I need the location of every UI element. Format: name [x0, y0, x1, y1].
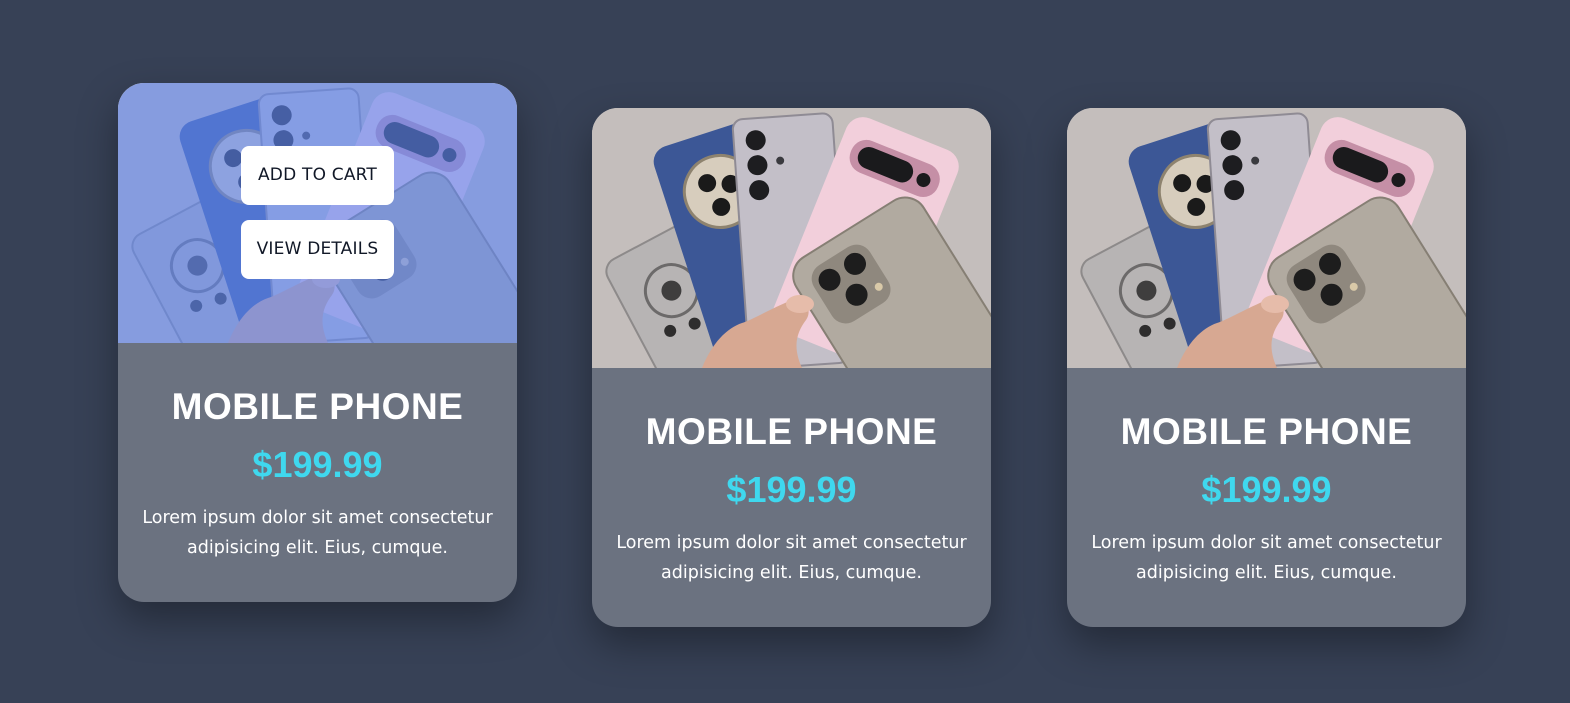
product-title: MOBILE PHONE — [171, 386, 464, 427]
product-image — [1067, 108, 1466, 368]
add-to-cart-button[interactable]: ADD TO CART — [241, 146, 394, 205]
product-price: $199.99 — [252, 444, 383, 485]
product-card[interactable]: MOBILE PHONE $199.99 Lorem ipsum dolor s… — [592, 108, 991, 627]
card-body: MOBILE PHONE $199.99 Lorem ipsum dolor s… — [1067, 368, 1466, 588]
product-description: Lorem ipsum dolor sit amet consectetur a… — [1091, 533, 1442, 583]
card-actions: ADD TO CART VIEW DETAILS — [241, 146, 394, 279]
product-card[interactable]: MOBILE PHONE $199.99 Lorem ipsum dolor s… — [1067, 108, 1466, 627]
product-price: $199.99 — [1201, 469, 1332, 510]
product-image: ADD TO CART VIEW DETAILS — [118, 83, 517, 343]
product-image — [592, 108, 991, 368]
product-photo — [592, 108, 991, 368]
product-grid: ADD TO CART VIEW DETAILS MOBILE PHONE $1… — [0, 0, 1570, 703]
card-body: MOBILE PHONE $199.99 Lorem ipsum dolor s… — [118, 343, 517, 563]
product-card[interactable]: ADD TO CART VIEW DETAILS MOBILE PHONE $1… — [118, 83, 517, 602]
product-photo — [1067, 108, 1466, 368]
product-description: Lorem ipsum dolor sit amet consectetur a… — [616, 533, 967, 583]
product-description: Lorem ipsum dolor sit amet consectetur a… — [142, 508, 493, 558]
card-body: MOBILE PHONE $199.99 Lorem ipsum dolor s… — [592, 368, 991, 588]
product-title: MOBILE PHONE — [645, 411, 938, 452]
view-details-button[interactable]: VIEW DETAILS — [241, 220, 394, 279]
product-price: $199.99 — [726, 469, 857, 510]
product-title: MOBILE PHONE — [1120, 411, 1413, 452]
